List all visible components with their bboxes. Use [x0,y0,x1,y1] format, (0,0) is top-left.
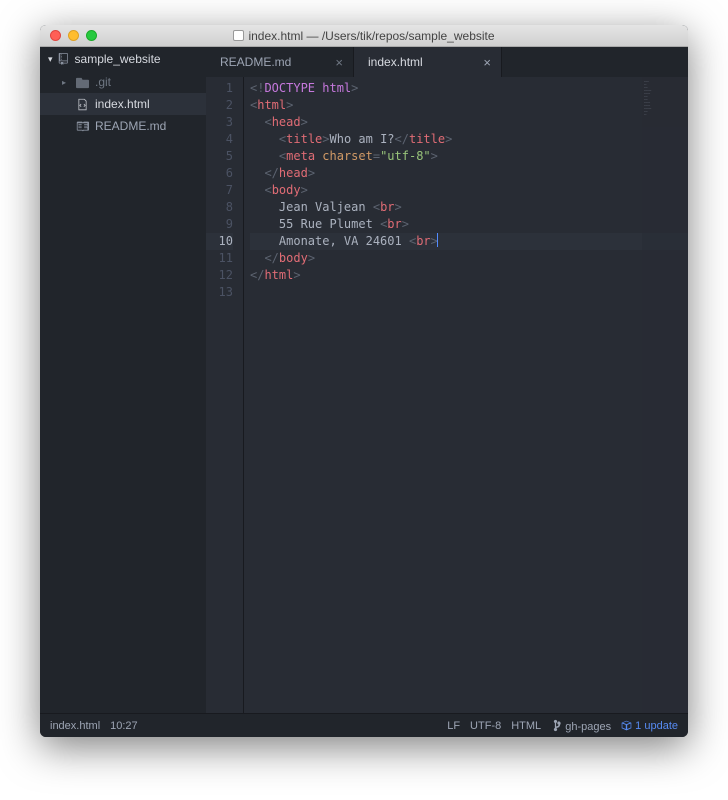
status-git-branch[interactable]: gh-pages [551,719,611,733]
code-line[interactable] [250,284,688,301]
code-content[interactable]: <!DOCTYPE html> <html> <head> <title>Who… [244,77,688,713]
tab-label: index.html [368,55,423,69]
line-number[interactable]: 9 [206,216,233,233]
book-icon [76,120,89,133]
tab-index[interactable]: index.html × [354,47,502,77]
file-icon [233,30,244,41]
repo-icon [58,53,70,65]
status-language[interactable]: HTML [511,720,541,732]
code-line[interactable]: 55 Rue Plumet <br> [250,216,688,233]
line-number[interactable]: 7 [206,182,233,199]
line-number[interactable]: 8 [206,199,233,216]
line-number[interactable]: 11 [206,250,233,267]
tab-label: README.md [220,55,291,69]
project-root-label: sample_website [75,52,161,66]
file-tree-sidebar[interactable]: ▾ sample_website ▸ .git index.html [40,47,206,713]
tree-file-label: index.html [95,97,150,111]
tree-folder-label: .git [95,75,111,89]
tree-file-readme[interactable]: README.md [40,115,206,137]
traffic-lights [40,30,97,41]
status-encoding[interactable]: UTF-8 [470,720,501,732]
chevron-down-icon: ▾ [48,54,53,65]
minimize-window-button[interactable] [68,30,79,41]
folder-icon [76,76,89,89]
status-left: index.html 10:27 [50,720,138,732]
tree-folder-git[interactable]: ▸ .git [40,71,206,93]
zoom-window-button[interactable] [86,30,97,41]
code-line[interactable]: <!DOCTYPE html> [250,80,688,97]
status-updates[interactable]: 1 update [621,720,678,732]
code-line[interactable]: <body> [250,182,688,199]
line-number[interactable]: 3 [206,114,233,131]
close-icon[interactable]: × [335,55,343,70]
code-line[interactable]: </html> [250,267,688,284]
tree-file-label: README.md [95,119,166,133]
line-number[interactable]: 10 [206,233,233,250]
line-number[interactable]: 2 [206,97,233,114]
main-area: ▾ sample_website ▸ .git index.html [40,47,688,713]
minimap[interactable]: ▬▬▬▬▬▬▬▬▬▬▬▬▬▬▬▬▬▬▬▬▬▬▬▬▬▬▬▬▬▬▬▬▬▬▬▬▬▬▬▬… [642,77,688,713]
titlebar[interactable]: index.html — /Users/tik/repos/sample_web… [40,25,688,47]
tab-readme[interactable]: README.md × [206,47,354,77]
code-line[interactable]: <meta charset="utf-8"> [250,148,688,165]
code-line[interactable]: </body> [250,250,688,267]
line-number[interactable]: 4 [206,131,233,148]
code-line[interactable]: Amonate, VA 24601 <br> [250,233,688,250]
text-cursor [437,233,438,247]
line-number[interactable]: 1 [206,80,233,97]
status-bar: index.html 10:27 LF UTF-8 HTML gh-pages … [40,713,688,737]
line-number[interactable]: 5 [206,148,233,165]
line-number-gutter[interactable]: 1 2 3 4 5 6 7 8 9 10 11 12 13 [206,77,244,713]
project-root[interactable]: ▾ sample_website [40,47,206,71]
package-icon [621,720,632,731]
file-code-icon [76,98,89,111]
chevron-right-icon: ▸ [62,78,70,87]
code-line[interactable]: </head> [250,165,688,182]
status-filename[interactable]: index.html [50,720,100,732]
tree-file-index[interactable]: index.html [40,93,206,115]
status-right: LF UTF-8 HTML gh-pages 1 update [447,719,678,733]
tab-bar: README.md × index.html × [206,47,688,77]
window-title: index.html — /Users/tik/repos/sample_web… [40,29,688,43]
status-cursor-position[interactable]: 10:27 [110,720,138,732]
tree: ▸ .git index.html README.md [40,71,206,137]
code-line[interactable]: <html> [250,97,688,114]
minimap-preview: ▬▬▬▬▬▬▬▬▬▬▬▬▬▬▬▬▬▬▬▬▬▬▬▬▬▬▬▬▬▬▬▬▬▬▬▬▬▬▬▬… [644,81,682,163]
code-line[interactable]: Jean Valjean <br> [250,199,688,216]
line-number[interactable]: 12 [206,267,233,284]
editor-body[interactable]: 1 2 3 4 5 6 7 8 9 10 11 12 13 <!DOCTYPE … [206,77,688,713]
code-line[interactable]: <title>Who am I?</title> [250,131,688,148]
status-eol[interactable]: LF [447,720,460,732]
code-line[interactable]: <head> [250,114,688,131]
editor-window: index.html — /Users/tik/repos/sample_web… [40,25,688,737]
close-window-button[interactable] [50,30,61,41]
close-icon[interactable]: × [483,55,491,70]
line-number[interactable]: 6 [206,165,233,182]
line-number[interactable]: 13 [206,284,233,301]
editor-area: README.md × index.html × 1 2 3 4 5 6 7 [206,47,688,713]
git-branch-icon [551,719,562,732]
